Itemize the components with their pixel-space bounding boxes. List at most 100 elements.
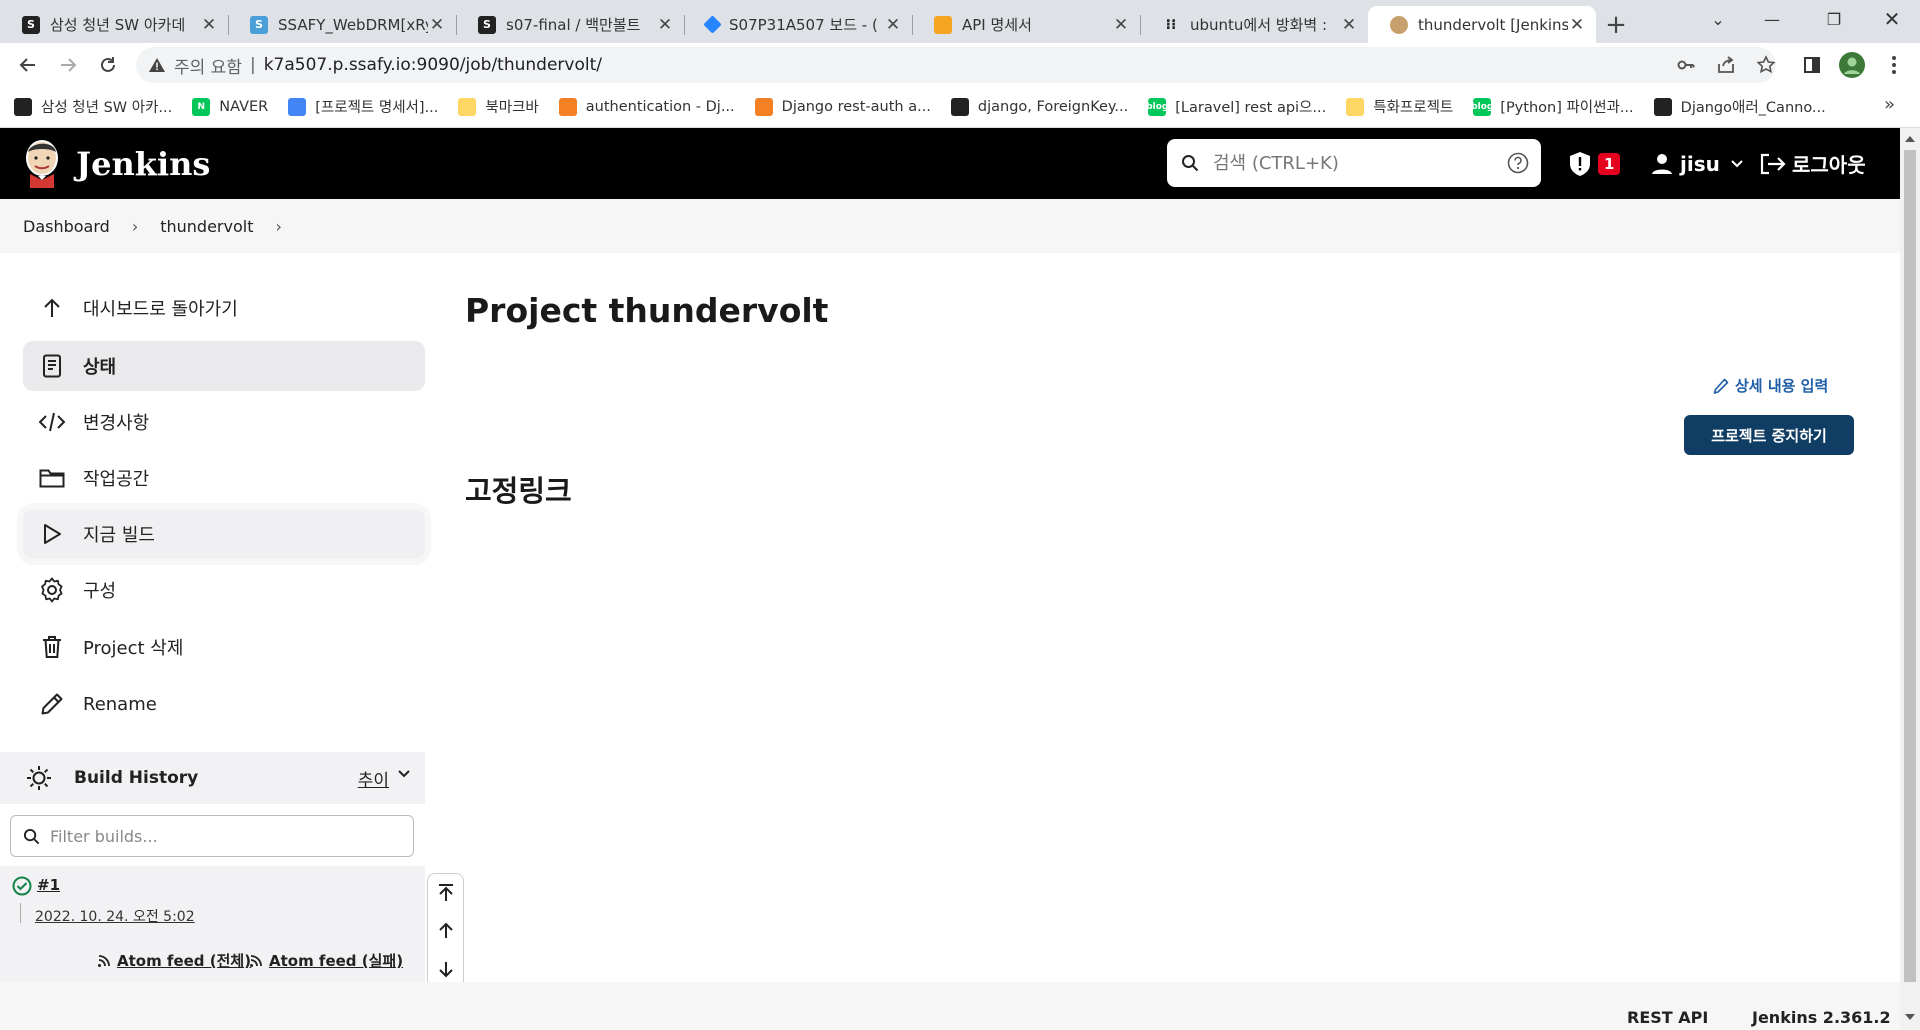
browser-tab[interactable]: S07P31A507 보드 - ( ✕ [684,6,912,43]
back-button[interactable] [14,51,42,79]
scrollbar-thumb[interactable] [1904,150,1916,982]
jenkins-version-link[interactable]: Jenkins 2.361.2 [1752,1008,1891,1027]
tab-search-chevron-icon[interactable]: ⌄ [1690,0,1746,38]
task-back-to-dashboard[interactable]: 대시보드로 돌아가기 [23,283,425,333]
reload-button[interactable] [94,51,122,79]
minimize-button[interactable]: — [1744,0,1800,38]
browser-tab[interactable]: API 명세서 ✕ [912,6,1140,43]
scroll-up-arrow-icon[interactable] [1905,136,1915,142]
task-workspace[interactable]: 작업공간 [23,453,425,503]
reload-icon [101,57,115,72]
task-rename[interactable]: Rename [23,679,425,729]
address-bar[interactable]: 주의 요함 | k7a507.p.ssafy.io:9090/job/thund… [136,47,1776,83]
bookmark-item[interactable]: [프로젝트 명세서]... [288,96,438,117]
chevron-down-icon[interactable] [397,769,411,779]
atom-feed-failed-link[interactable]: Atom feed (실패) [249,950,403,971]
task-changes[interactable]: 변경사항 [23,397,425,447]
disable-project-button[interactable]: 프로젝트 중지하기 [1684,415,1854,455]
permalinks-heading: 고정링크 [465,474,572,508]
jenkins-home-link[interactable]: Jenkins [22,138,210,190]
atom-feed-all-link[interactable]: Atom feed (전체) [97,950,251,971]
play-icon [39,521,65,547]
rest-api-link[interactable]: REST API [1627,1008,1708,1027]
logout-label: 로그아웃 [1792,153,1866,177]
tab-label: S07P31A507 보드 - ( [729,16,878,34]
user-name: jisu [1680,151,1720,176]
browser-tab[interactable]: S s07-final / 백만볼트 ✕ [456,6,684,43]
page-footer: REST API Jenkins 2.361.2 [0,982,1900,1030]
build-history-header: Build History 추이 [0,752,425,804]
search-icon [1182,155,1199,172]
browser-tab[interactable]: ⁝⁝ ubuntu에서 방화벽 : ✕ [1140,6,1368,43]
filter-builds-input[interactable] [50,826,390,846]
arrow-down-icon [438,962,453,978]
back-arrow-icon [19,58,35,72]
bookmark-item[interactable]: blog [Laravel] rest api으... [1146,96,1326,117]
breadcrumb-chevron-icon[interactable]: › [275,217,281,236]
breadcrumb-thundervolt[interactable]: thundervolt [160,217,253,236]
bookmark-item[interactable]: authentication - Dj... [558,97,735,116]
task-build-now[interactable]: 지금 빌드 [23,509,425,559]
tab-close-icon[interactable]: ✕ [656,15,674,35]
bookmark-item[interactable]: django, ForeignKey... [950,97,1128,116]
bookmark-item[interactable]: 삼성 청년 SW 아카... [14,96,172,117]
bookmarks-overflow-button[interactable]: » [1884,94,1895,115]
restore-button[interactable]: ❐ [1806,0,1862,38]
task-status[interactable]: 상태 [23,341,425,391]
profile-avatar[interactable] [1838,51,1866,79]
key-icon[interactable] [1672,51,1700,79]
tab-close-icon[interactable]: ✕ [884,15,902,35]
side-panel-icon[interactable] [1798,51,1826,79]
task-configure[interactable]: 구성 [23,565,425,615]
tab-close-icon[interactable]: ✕ [428,15,446,35]
jenkins-header: Jenkins 1 jisu 로그아웃 [0,128,1920,199]
build-number-link[interactable]: #1 [37,876,60,894]
trash-icon [39,634,65,660]
trend-link[interactable]: 추이 [358,766,389,791]
breadcrumb-dashboard[interactable]: Dashboard [23,217,110,236]
logout-button[interactable]: 로그아웃 [1760,128,1866,199]
help-icon[interactable] [1507,152,1529,174]
tab-close-icon[interactable]: ✕ [1112,15,1130,35]
browser-tab[interactable]: S 삼성 청년 SW 아카데 ✕ [0,6,228,43]
security-alert-button[interactable]: 1 [1568,128,1621,199]
user-menu[interactable]: jisu [1652,128,1744,199]
tab-label: API 명세서 [962,16,1032,34]
new-tab-button[interactable]: + [1596,6,1636,43]
task-delete-project[interactable]: Project 삭제 [23,622,425,672]
tab-label: ubuntu에서 방화벽 : [1190,16,1328,34]
bookmark-star-icon[interactable] [1752,51,1780,79]
share-icon[interactable] [1712,51,1740,79]
edit-description-link[interactable]: 상세 내용 입력 [1713,375,1828,396]
bookmark-item[interactable]: Django rest-auth a... [754,97,931,116]
bookmark-item[interactable]: 북마크바 [458,96,539,117]
bookmark-favicon-icon [1346,97,1365,116]
tab-close-icon[interactable]: ✕ [200,15,218,35]
scroll-down-arrow-icon[interactable] [1905,1014,1915,1020]
bookmark-favicon-icon: N [192,97,211,116]
task-label: 지금 빌드 [83,525,155,546]
browser-menu-icon[interactable] [1880,51,1908,79]
forward-button[interactable] [54,51,82,79]
scroll-top-button[interactable] [428,874,463,912]
build-date-link[interactable]: 2022. 10. 24. 오전 5:02 [35,906,195,926]
bookmark-item[interactable]: blog [Python] 파이썬과... [1471,96,1634,117]
jira-icon [703,15,722,34]
bookmark-item[interactable]: N NAVER [192,97,268,116]
page-scrollbar[interactable] [1900,128,1920,1030]
close-window-button[interactable]: ✕ [1864,0,1920,38]
browser-tab[interactable]: S SSAFY_WebDRM[xRy] ✕ [228,6,456,43]
browser-tab-active[interactable]: thundervolt [Jenkins] ✕ [1368,6,1596,43]
bookmark-item[interactable]: 특화프로젝트 [1346,96,1453,117]
scroll-up-button[interactable] [428,912,463,950]
bookmark-label: Django rest-auth a... [781,98,931,115]
bookmark-favicon-icon [754,97,773,116]
bookmark-label: [프로젝트 명세서]... [315,100,439,116]
tab-close-icon[interactable]: ✕ [1568,15,1586,35]
bookmark-item[interactable]: Django애러_Canno... [1653,96,1826,117]
user-icon [1652,153,1672,174]
forward-arrow-icon [61,58,77,72]
tab-close-icon[interactable]: ✕ [1340,15,1358,35]
search-input[interactable] [1213,152,1483,174]
favicon-icon [934,15,952,34]
